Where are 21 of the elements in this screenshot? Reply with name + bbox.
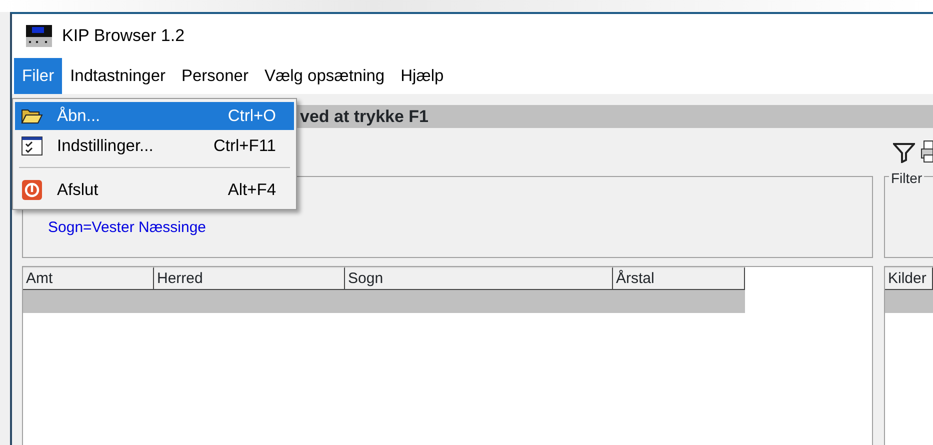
checklist-icon (21, 136, 43, 156)
menu-option[interactable]: Åbn... Ctrl+O (15, 102, 294, 130)
criteria-text: Sogn=Vester Næssinge (48, 218, 206, 238)
menu-item[interactable]: Vælg opsætning (256, 58, 393, 94)
printer-icon[interactable] (921, 140, 933, 164)
column-header[interactable]: Amt (23, 267, 154, 290)
menu-option[interactable]: Indstillinger... Ctrl+F11 (15, 132, 294, 160)
menu-item[interactable]: Filer (14, 58, 62, 94)
column-header[interactable]: Herred (154, 267, 345, 290)
column-header[interactable]: Kilder (885, 267, 933, 290)
menu-option[interactable]: Afslut Alt+F4 (15, 176, 294, 204)
filter-icon[interactable] (893, 141, 915, 163)
app-icon (26, 25, 52, 47)
power-icon (21, 179, 43, 201)
menu-item[interactable]: Hjælp (392, 58, 452, 94)
menu-item[interactable]: Personer (174, 58, 256, 94)
folder-icon (21, 108, 43, 124)
column-header[interactable]: Årstal (613, 267, 745, 290)
window-title: KIP Browser 1.2 (62, 25, 185, 48)
column-header[interactable]: Sogn (345, 267, 613, 290)
menu-item[interactable]: Indtastninger (62, 58, 174, 94)
